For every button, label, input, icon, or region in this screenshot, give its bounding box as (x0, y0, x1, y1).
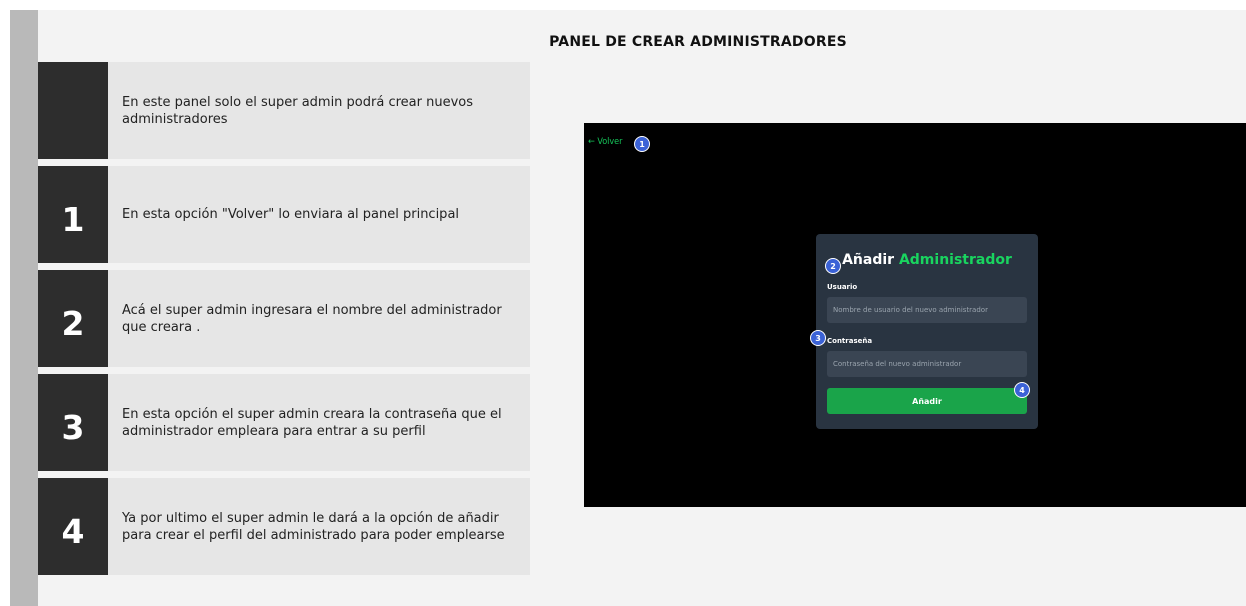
step-row-2: 2 Acá el super admin ingresara el nombre… (38, 270, 530, 367)
card-title-accent: Administrador (898, 252, 1012, 268)
password-label: Contraseña (827, 337, 873, 345)
badge-1: 1 (634, 136, 650, 152)
step-number: 4 (38, 478, 108, 575)
step-description: En este panel solo el super admin podrá … (108, 62, 530, 159)
card-title-prefix: Añadir (842, 252, 895, 268)
step-description: En esta opción "Volver" lo enviara al pa… (108, 166, 530, 263)
step-description: Ya por ultimo el super admin le dará a l… (108, 478, 530, 575)
step-number: 3 (38, 374, 108, 471)
username-input[interactable]: Nombre de usuario del nuevo administrado… (827, 297, 1027, 323)
step-row-4: 4 Ya por ultimo el super admin le dará a… (38, 478, 530, 575)
step-row-intro: En este panel solo el super admin podrá … (38, 62, 530, 159)
step-description: Acá el super admin ingresara el nombre d… (108, 270, 530, 367)
add-admin-card: 2 Añadir Administrador Usuario Nombre de… (810, 234, 1038, 429)
page-title: PANEL DE CREAR ADMINISTRADORES (549, 34, 847, 50)
badge-3: 3 (810, 330, 826, 346)
step-number (38, 62, 108, 159)
slide: PANEL DE CREAR ADMINISTRADORES En este p… (38, 10, 1246, 606)
step-number: 1 (38, 166, 108, 263)
add-button[interactable]: Añadir (827, 388, 1027, 414)
step-description: En esta opción el super admin creara la … (108, 374, 530, 471)
password-input[interactable]: Contraseña del nuevo administrador (827, 351, 1027, 377)
step-row-3: 3 En esta opción el super admin creara l… (38, 374, 530, 471)
embedded-screenshot: ← Volver 1 2 Añadir Administrador Usuari… (584, 123, 1246, 507)
left-margin-bar (10, 10, 38, 606)
user-label: Usuario (827, 283, 858, 291)
step-row-1: 1 En esta opción "Volver" lo enviara al … (38, 166, 530, 263)
back-link[interactable]: ← Volver (588, 137, 623, 147)
badge-4: 4 (1014, 382, 1030, 398)
card-title: Añadir Administrador (816, 252, 1038, 268)
step-number: 2 (38, 270, 108, 367)
